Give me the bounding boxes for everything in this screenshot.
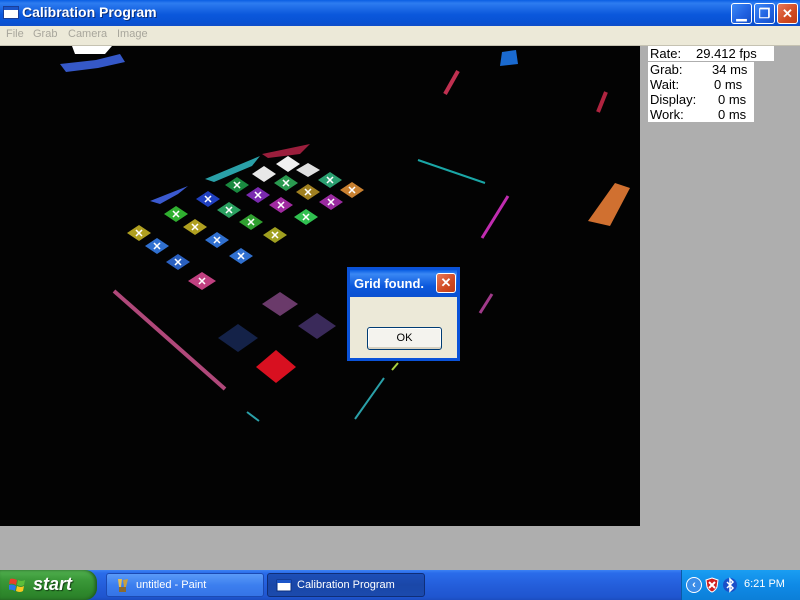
stat-value: 29.412 fps: [696, 46, 757, 61]
svg-text:✕: ✕: [253, 190, 262, 202]
task-label: Calibration Program: [297, 579, 395, 591]
maximize-button[interactable]: ❐: [754, 3, 775, 24]
close-icon: ✕: [782, 6, 793, 21]
stat-work: Work: 0 ms: [648, 107, 754, 122]
stat-display: Display: 0 ms: [648, 92, 754, 107]
menu-image[interactable]: Image: [117, 28, 148, 40]
system-tray: ‹ 6:21 PM: [681, 570, 800, 600]
camera-view: ✕ ✕ ✕ ✕ ✕ ✕ ✕ ✕ ✕ ✕ ✕ ✕ ✕ ✕ ✕ ✕ ✕ ✕ ✕ ✕: [0, 46, 640, 526]
svg-text:✕: ✕: [326, 197, 335, 209]
paint-icon: [118, 579, 128, 592]
taskbar-item-paint[interactable]: untitled - Paint: [106, 573, 264, 597]
svg-text:✕: ✕: [281, 178, 290, 190]
dialog-titlebar[interactable]: Grid found. ✕: [350, 270, 457, 297]
windows-logo-icon: [9, 578, 25, 592]
close-icon: ✕: [440, 275, 452, 290]
stat-value: 34 ms: [712, 62, 748, 77]
svg-text:✕: ✕: [173, 257, 182, 269]
stat-label: Grab:: [650, 62, 683, 77]
menu-camera[interactable]: Camera: [68, 28, 107, 40]
window-icon: [3, 6, 19, 19]
menu-grab[interactable]: Grab: [33, 28, 57, 40]
security-shield-icon[interactable]: [704, 577, 720, 593]
stat-label: Display:: [650, 92, 697, 107]
task-label: untitled - Paint: [136, 579, 207, 591]
menu-bar: File Grab Camera Image: [0, 26, 800, 46]
start-button[interactable]: start: [0, 570, 97, 600]
svg-text:✕: ✕: [152, 241, 161, 253]
stat-value: 0 ms: [718, 92, 747, 107]
camera-image: ✕ ✕ ✕ ✕ ✕ ✕ ✕ ✕ ✕ ✕ ✕ ✕ ✕ ✕ ✕ ✕ ✕ ✕ ✕ ✕: [60, 46, 630, 422]
minimize-icon: ▁: [736, 6, 747, 21]
minimize-button[interactable]: ▁: [731, 3, 752, 24]
stat-value: 0 ms: [714, 77, 743, 92]
svg-text:✕: ✕: [212, 235, 221, 247]
svg-text:✕: ✕: [197, 276, 206, 288]
start-label: start: [33, 574, 73, 594]
svg-text:✕: ✕: [236, 251, 245, 263]
svg-text:✕: ✕: [325, 175, 334, 187]
window-title: Calibration Program: [22, 4, 157, 20]
reference-squares: [218, 292, 336, 383]
desktop: Calibration Program ▁ ❐ ✕ File Grab Came…: [0, 0, 800, 600]
stat-label: Rate:: [650, 46, 682, 61]
calibration-targets: ✕ ✕ ✕ ✕ ✕ ✕ ✕ ✕ ✕ ✕ ✕ ✕ ✕ ✕ ✕ ✕ ✕ ✕ ✕ ✕: [127, 156, 364, 290]
stat-value: 0 ms: [718, 107, 747, 122]
window-titlebar[interactable]: Calibration Program ▁ ❐ ✕: [0, 0, 800, 26]
stat-label: Work:: [650, 107, 684, 122]
svg-text:✕: ✕: [171, 209, 180, 221]
dialog-title: Grid found.: [354, 276, 425, 291]
taskbar-item-calibration[interactable]: Calibration Program: [267, 573, 425, 597]
tray-expand-icon[interactable]: ‹: [686, 577, 702, 593]
stat-wait: Wait: 0 ms: [648, 77, 754, 92]
svg-text:✕: ✕: [347, 185, 356, 197]
stat-rate: Rate: 29.412 fps: [648, 46, 774, 61]
bluetooth-icon[interactable]: [722, 577, 738, 593]
close-button[interactable]: ✕: [777, 3, 798, 24]
menu-file[interactable]: File: [6, 28, 24, 40]
svg-text:✕: ✕: [203, 194, 212, 206]
svg-text:✕: ✕: [232, 180, 241, 192]
grid-found-dialog: Grid found. ✕ OK: [347, 267, 460, 361]
restore-icon: ❐: [758, 6, 771, 21]
stat-label: Wait:: [650, 77, 680, 92]
stat-grab: Grab: 34 ms: [648, 62, 754, 77]
svg-text:✕: ✕: [301, 212, 310, 224]
dialog-close-button[interactable]: ✕: [436, 273, 456, 293]
svg-text:✕: ✕: [270, 230, 279, 242]
taskbar: start untitled - Paint Calibration Progr…: [0, 570, 800, 600]
stats-panel: Rate: 29.412 fps Grab: 34 ms Wait: 0 ms …: [648, 46, 774, 124]
svg-text:✕: ✕: [246, 217, 255, 229]
svg-text:✕: ✕: [190, 222, 199, 234]
window-icon: [276, 579, 292, 592]
svg-text:✕: ✕: [303, 187, 312, 199]
svg-text:✕: ✕: [224, 205, 233, 217]
clock[interactable]: 6:21 PM: [744, 578, 785, 590]
ok-button[interactable]: OK: [367, 327, 442, 350]
svg-text:✕: ✕: [134, 228, 143, 240]
svg-text:✕: ✕: [276, 200, 285, 212]
